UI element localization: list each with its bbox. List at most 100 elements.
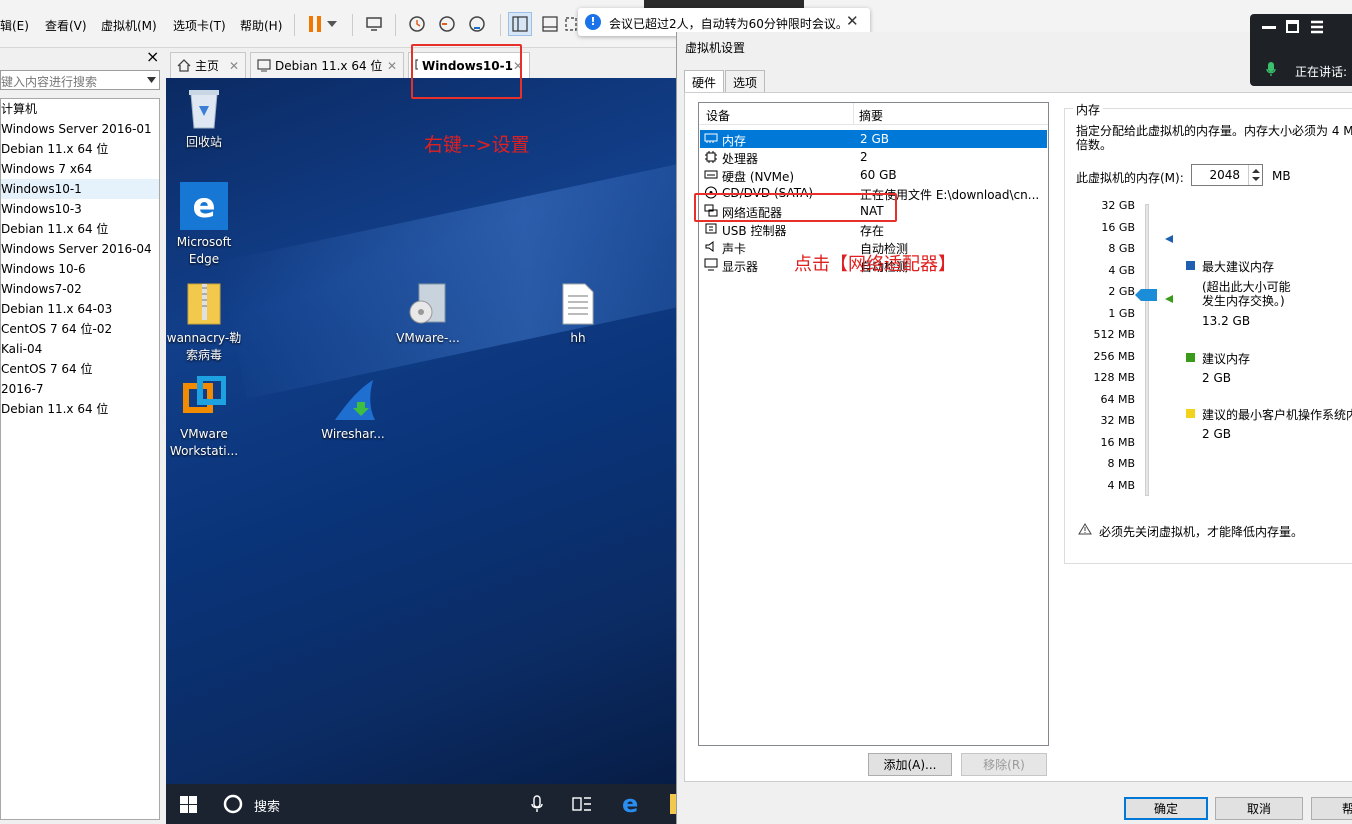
device-row[interactable]: USB 控制器 存在 (700, 220, 1047, 238)
tab-close-icon[interactable]: ✕ (229, 59, 239, 73)
minimize-icon[interactable] (1262, 26, 1276, 29)
thumbnail-bar-icon[interactable] (538, 12, 562, 36)
taskbar-search-label[interactable]: 搜索 (254, 796, 280, 815)
min-guest-label: 建议的最小客户机操作系统内 (1202, 408, 1352, 422)
library-item[interactable]: Debian 11.x 64-03 (1, 299, 159, 319)
menu-tabs[interactable]: 选项卡(T) (173, 17, 226, 34)
taskbar-edge-icon[interactable]: e (622, 792, 638, 816)
library-item[interactable]: Windows 7 x64 (1, 159, 159, 179)
column-device[interactable]: 设备 (706, 107, 730, 124)
desktop-icon-edge[interactable]: e Microsoft Edge (166, 182, 242, 268)
library-close-icon[interactable]: × (146, 47, 159, 66)
desktop-icon-recycle-bin[interactable]: 回收站 (166, 86, 242, 151)
tab-hardware[interactable]: 硬件 (684, 70, 725, 93)
memory-group-title: 内存 (1073, 101, 1104, 118)
warning-icon (1078, 523, 1092, 538)
vm-settings-dialog: 虚拟机设置 硬件 选项 设备 摘要 内存 2 GB 处理器 2 硬盘 (NVMe) 60 … (676, 32, 1352, 824)
snapshot-manager-icon[interactable] (465, 12, 489, 36)
ok-button[interactable]: 确定 (1124, 797, 1208, 820)
library-item[interactable]: Windows Server 2016-01 (1, 119, 159, 139)
desktop-icon-vmware-installer[interactable]: VMware-... (390, 282, 466, 347)
window-icon[interactable] (1286, 20, 1299, 33)
max-recommended-label: 最大建议内存 (1202, 260, 1275, 274)
memory-spinner[interactable] (1248, 165, 1262, 185)
library-item[interactable]: Windows10-1 (1, 179, 159, 199)
show-library-icon[interactable] (508, 12, 532, 36)
library-item[interactable]: CentOS 7 64 位-02 (1, 319, 159, 339)
chevron-down-icon[interactable] (325, 12, 339, 36)
column-summary[interactable]: 摘要 (859, 107, 883, 124)
revert-snapshot-icon[interactable] (435, 12, 459, 36)
max-recommended-marker-icon (1165, 232, 1173, 246)
library-item[interactable]: Windows10-3 (1, 199, 159, 219)
menu-vm[interactable]: 虚拟机(M) (101, 17, 157, 34)
memory-scale-label: 256 MB (1093, 349, 1135, 363)
library-item[interactable]: Windows Server 2016-04 (1, 239, 159, 259)
fullscreen-icon[interactable] (565, 12, 577, 36)
cortana-icon[interactable] (222, 793, 244, 818)
device-name: 声卡 (722, 242, 747, 256)
wireshark-icon (331, 378, 375, 422)
send-ctrl-alt-del-icon[interactable] (362, 12, 386, 36)
add-device-button[interactable]: 添加(A)... (868, 753, 952, 776)
desktop-icon-wireshark[interactable]: Wireshar... (315, 378, 391, 443)
annotation-right-click-settings: 右键-->设置 (424, 134, 530, 156)
tab-options[interactable]: 选项 (725, 70, 766, 92)
memory-input[interactable]: 2048 (1191, 164, 1263, 186)
library-item[interactable]: 计算机 (1, 99, 159, 119)
usb-icon (704, 222, 718, 235)
library-search-input[interactable]: 键入内容进行搜索 (0, 70, 160, 90)
device-name: 内存 (722, 134, 747, 148)
memory-scale-label: 4 MB (1107, 478, 1135, 492)
device-summary: 60 GB (860, 168, 897, 182)
device-row[interactable]: 处理器 2 (700, 148, 1047, 166)
guest-desktop[interactable]: 回收站 e Microsoft Edge wannacry-勒索病毒 VMwar… (166, 78, 676, 784)
highlight-network-adapter (694, 193, 897, 222)
desktop-icon-hh[interactable]: hh (540, 282, 616, 347)
library-item[interactable]: Windows7-02 (1, 279, 159, 299)
tab-debian[interactable]: Debian 11.x 64 位 ✕ (250, 52, 404, 78)
tab-close-icon[interactable]: ✕ (387, 59, 397, 73)
notification-close-icon[interactable]: ✕ (846, 12, 859, 30)
snapshot-icon[interactable] (405, 12, 429, 36)
cancel-button[interactable]: 取消 (1215, 797, 1303, 820)
memory-scale-label: 32 MB (1100, 414, 1135, 427)
library-item[interactable]: CentOS 7 64 位 (1, 359, 159, 379)
desktop-icon-vmware[interactable]: VMware Workstati... (166, 376, 242, 460)
highlight-windows10-tab (411, 44, 522, 99)
microphone-icon[interactable] (1266, 61, 1276, 80)
meeting-floating-panel: 正在讲话: (1250, 14, 1352, 86)
desktop-icon-wannacry[interactable]: wannacry-勒索病毒 (166, 282, 242, 364)
library-item[interactable]: Debian 11.x 64 位 (1, 219, 159, 239)
device-row[interactable]: 硬盘 (NVMe) 60 GB (700, 166, 1047, 184)
memory-scale-label: 2 GB (1108, 285, 1135, 298)
memory-slider-thumb[interactable] (1135, 289, 1157, 304)
device-row[interactable]: 内存 2 GB (700, 130, 1047, 148)
windows-start-icon[interactable] (180, 796, 197, 816)
library-item[interactable]: Windows 10-6 (1, 259, 159, 279)
library-item[interactable]: 2016-7 (1, 379, 159, 399)
menu-view[interactable]: 查看(V) (45, 17, 87, 34)
memory-warning: 必须先关闭虚拟机，才能降低内存量。 (1099, 525, 1304, 539)
menu-edit[interactable]: 辑(E) (0, 17, 29, 34)
tab-home[interactable]: 主页 ✕ (170, 52, 246, 78)
library-tree: 计算机 Windows Server 2016-01 Debian 11.x 64 … (0, 98, 160, 820)
memory-scale-label: 32 GB (1101, 199, 1135, 212)
min-guest-value: 2 GB (1202, 427, 1231, 441)
library-item[interactable]: Debian 11.x 64 位 (1, 139, 159, 159)
device-name: USB 控制器 (722, 224, 787, 238)
library-item[interactable]: Debian 11.x 64 位 (1, 399, 159, 419)
list-icon[interactable] (1310, 20, 1324, 37)
remove-device-button[interactable]: 移除(R) (961, 753, 1047, 776)
memory-scale-label: 1 GB (1108, 306, 1135, 320)
task-view-icon[interactable] (572, 795, 592, 816)
menu-help[interactable]: 帮助(H) (240, 17, 282, 34)
pause-icon[interactable] (303, 12, 327, 36)
memory-slider-track[interactable] (1145, 204, 1149, 496)
library-item[interactable]: Kali-04 (1, 339, 159, 359)
device-name: 处理器 (722, 152, 759, 166)
memory-scale-label: 16 MB (1100, 435, 1135, 449)
recommended-label: 建议内存 (1202, 352, 1251, 366)
help-button[interactable]: 帮 (1311, 797, 1352, 820)
microphone-icon[interactable] (531, 795, 543, 816)
